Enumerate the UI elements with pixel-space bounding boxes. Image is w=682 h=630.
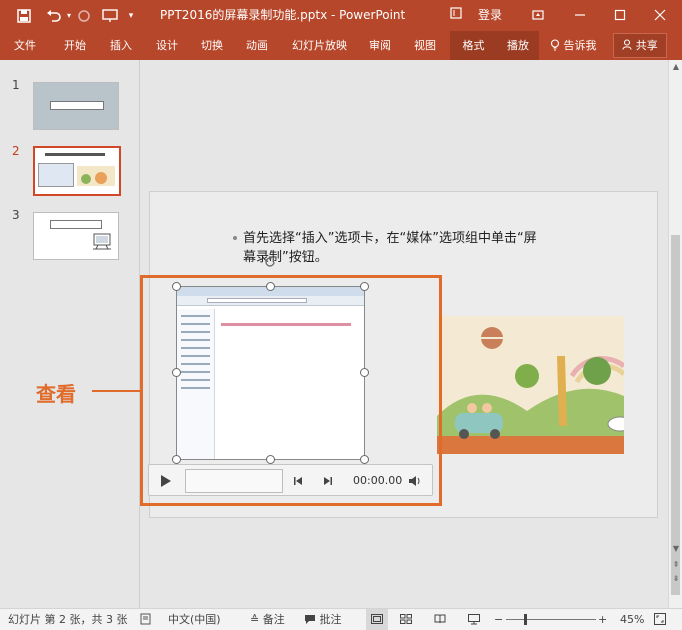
tab-home[interactable]: 开始 <box>64 31 86 60</box>
lightbulb-icon <box>550 39 564 52</box>
customize-icon[interactable]: ▾ <box>124 0 138 31</box>
comments-button[interactable]: 批注 <box>304 609 342 630</box>
scroll-up-icon[interactable]: ▲ <box>669 62 682 71</box>
thumbnail-picture <box>77 166 115 186</box>
slide-count: 幻灯片 第 2 张，共 3 张 <box>8 613 128 626</box>
language-indicator[interactable]: 中文(中国) <box>168 609 221 630</box>
tab-transitions[interactable]: 切换 <box>201 31 223 60</box>
thumbnail-title-box <box>50 220 102 229</box>
close-icon[interactable] <box>646 0 674 31</box>
notes-label: 备注 <box>262 613 285 626</box>
thumbnail-title-box <box>50 101 104 110</box>
undo-icon[interactable] <box>42 0 66 31</box>
zoom-in-icon[interactable]: + <box>598 609 607 630</box>
slideshow-icon[interactable] <box>98 0 122 31</box>
undo-dropdown-icon[interactable]: ▾ <box>64 0 74 31</box>
ribbon-tabs: 文件 开始 插入 设计 切换 动画 幻灯片放映 审阅 视图 格式 播放 告诉我 … <box>0 31 682 60</box>
slide-thumbnail-3[interactable] <box>33 212 119 260</box>
tab-review[interactable]: 审阅 <box>369 31 391 60</box>
comment-icon <box>304 613 320 626</box>
normal-view-icon[interactable] <box>366 609 388 630</box>
computer-icon <box>92 233 112 251</box>
share-button[interactable]: 共享 <box>613 33 667 58</box>
zoom-slider-thumb[interactable] <box>524 614 527 625</box>
slide-picture[interactable] <box>437 316 624 454</box>
tab-slideshow[interactable]: 幻灯片放映 <box>292 31 347 60</box>
tell-me-label: 告诉我 <box>563 39 597 52</box>
comments-label: 批注 <box>319 613 342 626</box>
slide-bullet-text[interactable]: 首先选择“插入”选项卡，在“媒体”选项组中单击“屏幕录制”按钮。 <box>243 229 548 267</box>
tab-design[interactable]: 设计 <box>156 31 178 60</box>
login-button[interactable]: 登录 <box>474 0 506 31</box>
fit-to-window-icon[interactable] <box>654 609 666 630</box>
slide-thumbnail-pane <box>0 60 140 608</box>
person-icon <box>622 39 636 52</box>
tab-animations[interactable]: 动画 <box>246 31 268 60</box>
scroll-thumb[interactable] <box>671 235 680 595</box>
maximize-icon[interactable] <box>606 0 634 31</box>
thumbnail-text-line <box>45 153 105 156</box>
tab-playback[interactable]: 播放 <box>497 31 539 60</box>
callout-label: 查看 <box>36 382 76 406</box>
share-label: 共享 <box>635 39 658 52</box>
save-icon[interactable] <box>12 0 36 31</box>
thumbnail-video <box>38 163 74 187</box>
slide-thumbnail-2[interactable] <box>33 146 121 196</box>
spell-check-icon[interactable] <box>140 609 152 630</box>
notes-button[interactable]: ≙ 备注 <box>250 609 285 630</box>
title-bar: ▾ ▾ PPT2016的屏幕录制功能.pptx - PowerPoint 登录 <box>0 0 682 31</box>
slideshow-view-icon[interactable] <box>468 609 480 630</box>
tab-view[interactable]: 视图 <box>414 31 436 60</box>
previous-slide-icon[interactable]: ⇞ <box>669 560 682 569</box>
scroll-down-icon[interactable]: ▼ <box>669 544 682 553</box>
bullet-marker <box>233 236 237 240</box>
minimize-icon[interactable] <box>566 0 594 31</box>
slide-thumbnail-1[interactable] <box>33 82 119 130</box>
zoom-out-icon[interactable]: − <box>494 609 503 630</box>
tab-format[interactable]: 格式 <box>450 31 497 60</box>
slide-sorter-icon[interactable] <box>400 609 412 630</box>
tab-insert[interactable]: 插入 <box>110 31 132 60</box>
notes-icon: ≙ <box>250 613 260 626</box>
zoom-level[interactable]: 45% <box>620 609 644 630</box>
redo-icon[interactable] <box>74 0 94 31</box>
window-title: PPT2016的屏幕录制功能.pptx - PowerPoint <box>160 8 406 22</box>
tell-me-box[interactable]: 告诉我 <box>550 31 597 60</box>
ribbon-display-icon[interactable] <box>447 0 465 31</box>
callout-line <box>92 390 140 392</box>
next-slide-icon[interactable]: ⇟ <box>669 574 682 583</box>
restore-ribbon-icon[interactable] <box>524 0 552 31</box>
thumbnail-number-active: 2 <box>12 144 20 158</box>
tab-file[interactable]: 文件 <box>14 31 36 60</box>
highlight-frame <box>140 275 442 506</box>
rotate-handle-icon[interactable] <box>263 255 277 269</box>
zoom-slider[interactable] <box>506 609 596 630</box>
thumbnail-number: 3 <box>12 208 20 222</box>
reading-view-icon[interactable] <box>434 609 446 630</box>
status-bar: 幻灯片 第 2 张，共 3 张 中文(中国) ≙ 备注 批注 − + 45% <box>0 608 682 630</box>
vertical-scrollbar[interactable]: ▲ ▼ ⇞ ⇟ <box>668 60 682 608</box>
thumbnail-number: 1 <box>12 78 20 92</box>
